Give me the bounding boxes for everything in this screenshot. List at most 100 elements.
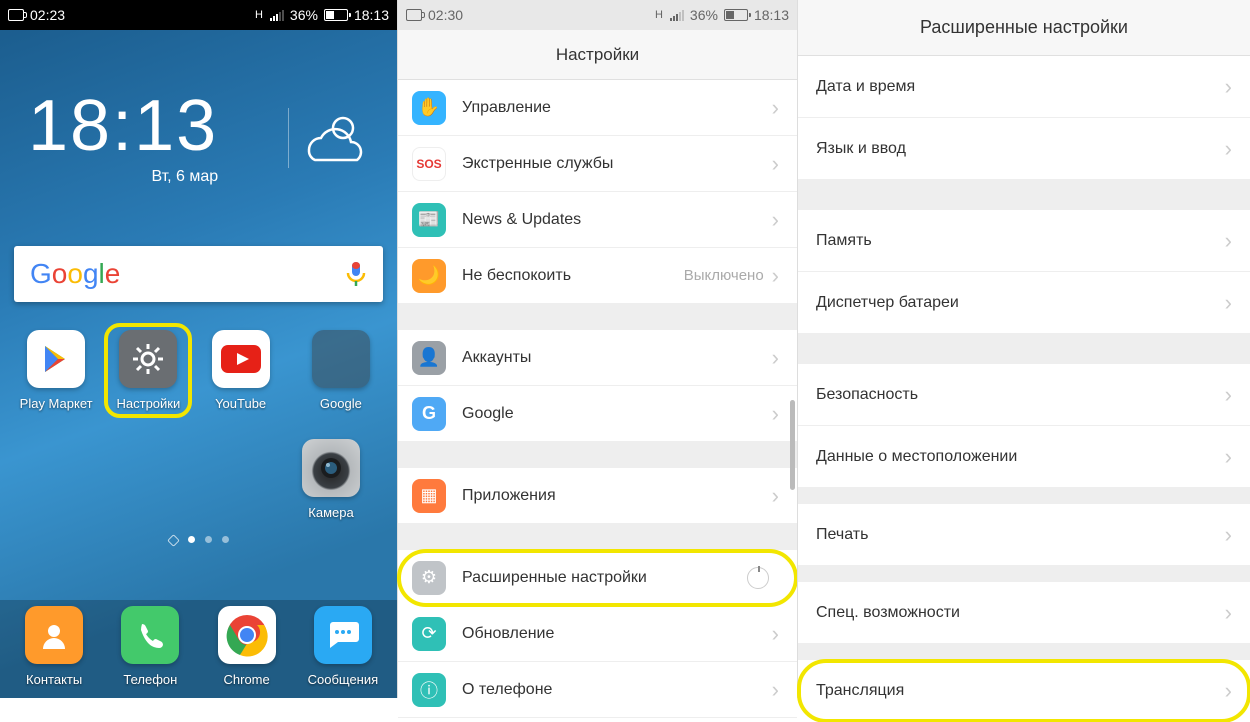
settings-item-emergency[interactable]: SOSЭкстренные службы›	[398, 136, 797, 192]
row-label: Память	[816, 232, 872, 250]
row-label: Трансляция	[816, 682, 904, 700]
chevron-right-icon: ›	[1225, 678, 1232, 704]
settings-item-control[interactable]: ✋Управление›	[398, 80, 797, 136]
mic-icon[interactable]	[345, 260, 367, 288]
advanced-list: Дата и время›Язык и ввод›Память›Диспетче…	[798, 56, 1250, 722]
settings-item[interactable]: Диспетчер батареи›	[798, 272, 1250, 334]
app-row: Камера	[0, 439, 397, 520]
settings-item[interactable]: Дата и время ›	[798, 56, 1250, 118]
app-youtube[interactable]: YouTube	[197, 330, 285, 411]
chevron-right-icon: ›	[772, 401, 779, 427]
row-label: Не беспокоить	[462, 267, 571, 285]
youtube-icon	[212, 330, 270, 388]
scrollbar[interactable]	[790, 400, 795, 490]
chevron-right-icon: ›	[1225, 228, 1232, 254]
page-indicator[interactable]	[0, 536, 397, 545]
settings-item[interactable]: Печать›	[798, 504, 1250, 566]
chevron-right-icon: ›	[1225, 382, 1232, 408]
app-phone[interactable]: Телефон	[106, 606, 194, 687]
app-label: Google	[320, 396, 362, 411]
app-folder-google[interactable]: Google	[297, 330, 385, 411]
separator	[798, 488, 1250, 504]
status-clock: 18:13	[354, 7, 389, 23]
chevron-right-icon: ›	[1225, 136, 1232, 162]
status-clock: 18:13	[754, 7, 789, 23]
row-label: Данные о местоположении	[816, 448, 1017, 466]
play-store-icon	[27, 330, 85, 388]
app-settings[interactable]: Настройки	[104, 323, 192, 418]
battery-icon	[324, 9, 348, 21]
separator	[798, 566, 1250, 582]
folder-icon	[312, 330, 370, 388]
page-title: Настройки	[398, 30, 797, 80]
separator	[398, 524, 797, 550]
settings-item[interactable]: Данные о местоположении›	[798, 426, 1250, 488]
row-label: Обновление	[462, 625, 554, 643]
settings-item[interactable]: Безопасность ›	[798, 364, 1250, 426]
settings-item-dnd[interactable]: 🌙Не беспокоитьВыключено›	[398, 248, 797, 304]
row-label: Дата и время	[816, 78, 915, 96]
camera-icon	[302, 439, 360, 497]
sos-icon: SOS	[412, 147, 446, 181]
settings-item-about[interactable]: ⓘ О телефоне ›	[398, 662, 797, 718]
settings-group: ✋Управление› SOSЭкстренные службы› 📰News…	[398, 80, 797, 304]
row-label: Google	[462, 405, 514, 423]
clock-date: Вт, 6 мар	[28, 168, 218, 186]
app-label: Play Маркет	[20, 396, 93, 411]
separator	[398, 304, 797, 330]
settings-item-advanced[interactable]: ⚙Расширенные настройки	[398, 550, 797, 606]
dnd-icon: 🌙	[412, 259, 446, 293]
app-label: Камера	[308, 505, 353, 520]
network-type: H	[255, 9, 263, 21]
chevron-right-icon: ›	[1225, 74, 1232, 100]
chevron-right-icon: ›	[772, 677, 779, 703]
battery-pct: 36%	[290, 7, 318, 23]
spinner-icon	[747, 567, 769, 589]
app-camera[interactable]: Камера	[287, 439, 375, 520]
row-label: Безопасность	[816, 386, 918, 404]
row-label: О телефоне	[462, 681, 552, 699]
settings-item-accounts[interactable]: 👤Аккаунты›	[398, 330, 797, 386]
network-type: H	[655, 9, 663, 21]
settings-item[interactable]: Язык и ввод›	[798, 118, 1250, 180]
phone-icon	[121, 606, 179, 664]
settings-item-google[interactable]: GGoogle›	[398, 386, 797, 442]
settings-item-news[interactable]: 📰News & Updates›	[398, 192, 797, 248]
record-time: 02:30	[428, 7, 463, 23]
settings-item[interactable]: Память ›	[798, 210, 1250, 272]
chevron-right-icon: ›	[772, 483, 779, 509]
settings-screen: 02:30 H 36% 18:13 Настройки ✋Управление›…	[397, 0, 797, 698]
app-chrome[interactable]: Chrome	[203, 606, 291, 687]
settings-item[interactable]: Трансляция ›	[798, 660, 1250, 722]
user-icon: 👤	[412, 341, 446, 375]
battery-pct: 36%	[690, 7, 718, 23]
row-label: News & Updates	[462, 211, 581, 229]
record-icon	[406, 9, 422, 21]
app-play-market[interactable]: Play Маркет	[12, 330, 100, 411]
google-search-bar[interactable]: Google	[14, 246, 383, 302]
page-title: Расширенные настройки	[798, 0, 1250, 56]
settings-item[interactable]: Спец. возможности ›	[798, 582, 1250, 644]
settings-item-update[interactable]: ⟳Обновление›	[398, 606, 797, 662]
app-contacts[interactable]: Контакты	[10, 606, 98, 687]
battery-icon	[724, 9, 748, 21]
record-icon	[8, 9, 24, 21]
signal-icon	[270, 9, 284, 21]
settings-item-apps[interactable]: ▦Приложения›	[398, 468, 797, 524]
row-label: Спец. возможности	[816, 604, 960, 622]
info-icon: ⓘ	[412, 673, 446, 707]
chevron-right-icon: ›	[1225, 600, 1232, 626]
advanced-settings-screen: Расширенные настройки Дата и время›Язык …	[797, 0, 1250, 698]
home-screen: 02:23 H 36% 18:13 18:13 Вт, 6 мар Google…	[0, 0, 397, 698]
clock-widget[interactable]: 18:13 Вт, 6 мар	[0, 30, 397, 186]
signal-icon	[670, 9, 684, 21]
separator	[798, 180, 1250, 210]
chevron-right-icon: ›	[772, 151, 779, 177]
app-messages[interactable]: Сообщения	[299, 606, 387, 687]
gear-icon	[119, 330, 177, 388]
separator	[798, 334, 1250, 364]
app-label: Chrome	[224, 672, 270, 687]
app-label: Телефон	[123, 672, 177, 687]
separator	[398, 442, 797, 468]
chevron-right-icon: ›	[772, 95, 779, 121]
